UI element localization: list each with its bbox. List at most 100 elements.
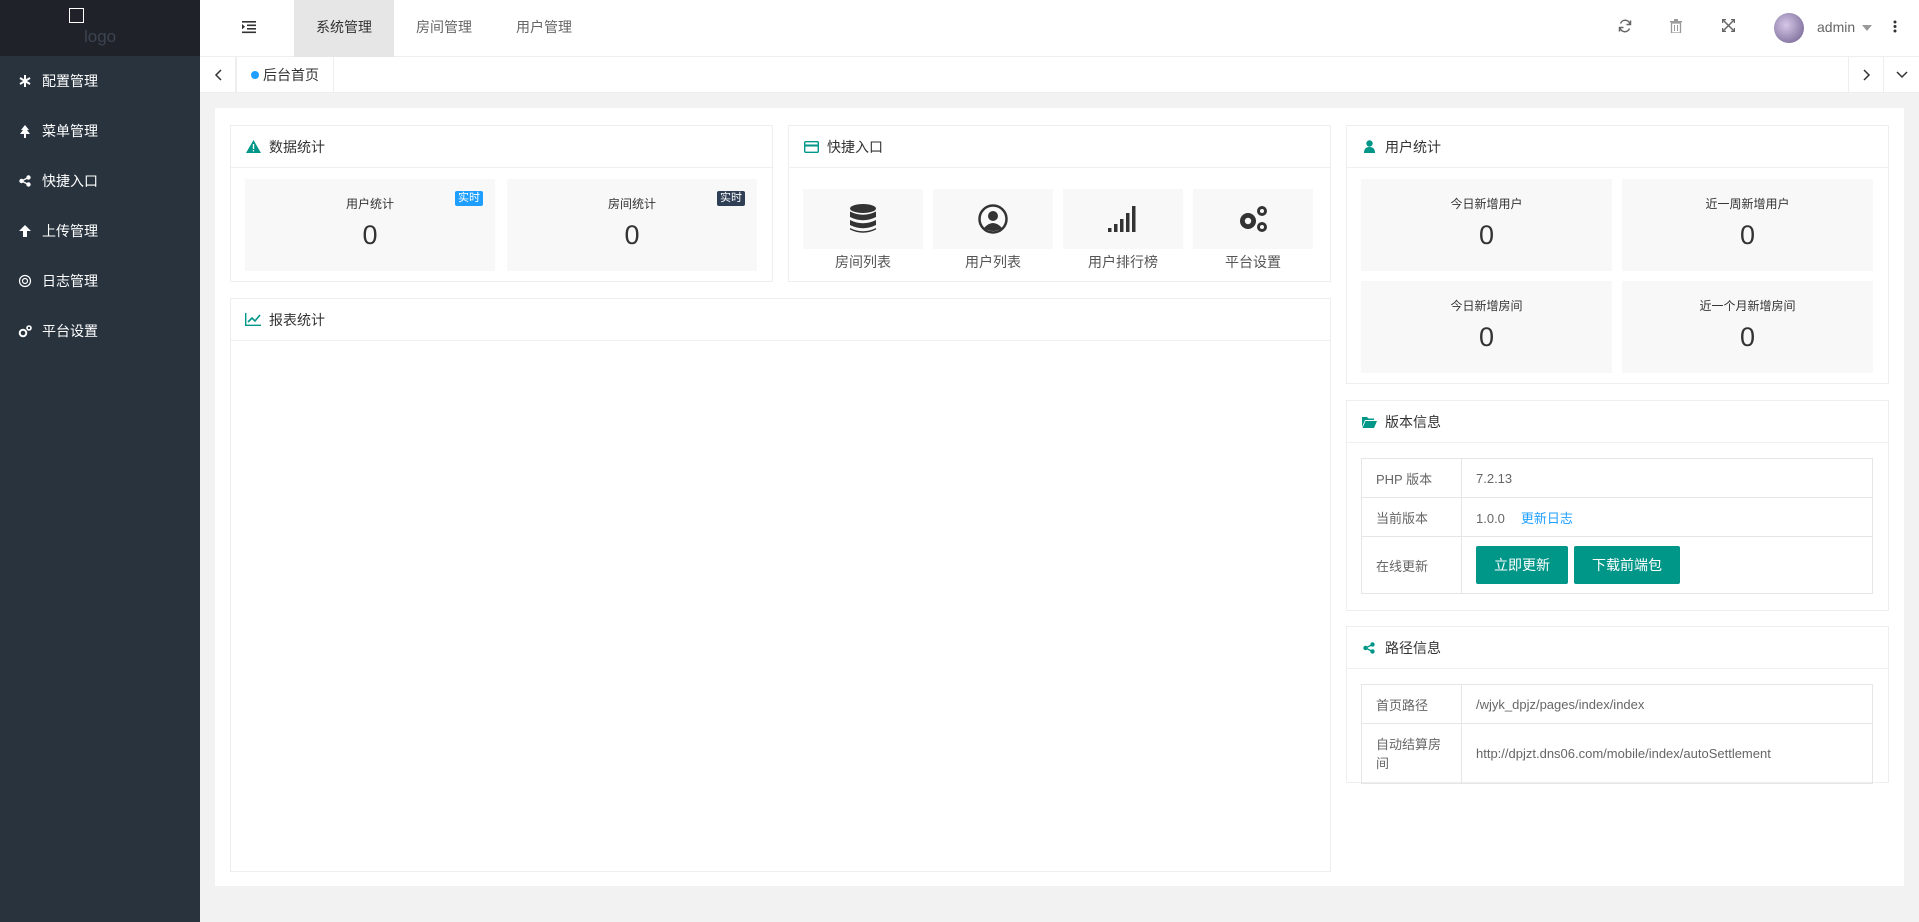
report-stats-card: 报表统计 — [230, 298, 1331, 872]
table-row: PHP 版本 7.2.13 — [1361, 458, 1873, 498]
trash-icon[interactable] — [1670, 19, 1686, 35]
tab-system-management[interactable]: 系统管理 — [294, 0, 394, 57]
logo[interactable]: logo — [0, 0, 200, 56]
sidebar-item-shortcuts[interactable]: 快捷入口 — [0, 156, 200, 206]
current-version-label: 当前版本 — [1361, 497, 1462, 537]
sidebar: logo 配置管理 菜单管理 快捷入口 上传管理 日志管理 平台设置 — [0, 0, 200, 922]
sidebar-item-upload[interactable]: 上传管理 — [0, 206, 200, 256]
online-update-label: 在线更新 — [1361, 536, 1462, 594]
stat-today-new-users: 今日新增用户 0 — [1361, 179, 1612, 271]
path-table: 首页路径 /wjyk_dpjz/pages/index/index 自动结算房间… — [1361, 684, 1873, 784]
active-dot — [251, 71, 259, 79]
sidebar-item-label: 平台设置 — [42, 323, 98, 339]
gears-icon — [1240, 206, 1267, 232]
stat-value: 0 — [362, 220, 378, 250]
changelog-link[interactable]: 更新日志 — [1521, 511, 1573, 526]
stat-label: 今日新增房间 — [1450, 299, 1523, 313]
stat-label: 近一周新增用户 — [1705, 197, 1790, 211]
home-path-label: 首页路径 — [1361, 684, 1462, 724]
auto-settlement-value: http://dpjzt.dns06.com/mobile/index/auto… — [1461, 723, 1873, 784]
tabs-scroll-right-icon[interactable] — [1848, 57, 1884, 93]
stat-user-count: 用户统计 0 实时 — [245, 179, 495, 271]
table-row: 在线更新 立即更新 下载前端包 — [1361, 536, 1873, 594]
stat-room-count: 房间统计 0 实时 — [507, 179, 757, 271]
share-icon — [1361, 640, 1377, 656]
stat-value: 0 — [1478, 220, 1495, 250]
quick-label[interactable]: 用户排行榜 — [1063, 252, 1183, 272]
home-path-value: /wjyk_dpjz/pages/index/index — [1461, 684, 1873, 724]
upload-arrow-icon — [18, 224, 32, 238]
warning-icon — [245, 139, 261, 155]
more-vertical-icon[interactable] — [1893, 19, 1899, 35]
quick-platform-settings-button[interactable] — [1193, 189, 1313, 249]
sidebar-item-label: 菜单管理 — [42, 123, 98, 139]
table-row: 首页路径 /wjyk_dpjz/pages/index/index — [1361, 684, 1873, 724]
quick-label[interactable]: 平台设置 — [1193, 252, 1313, 272]
sidebar-item-logs[interactable]: 日志管理 — [0, 256, 200, 306]
auto-settlement-label: 自动结算房间 — [1361, 723, 1462, 784]
stat-value: 0 — [624, 220, 640, 250]
avatar[interactable] — [1774, 13, 1804, 43]
card-header: 用户统计 — [1347, 126, 1888, 168]
gears-icon — [18, 324, 32, 338]
tabs-dropdown-icon[interactable] — [1883, 57, 1919, 93]
tab-user-management[interactable]: 用户管理 — [494, 0, 594, 57]
signal-bars-icon — [1108, 206, 1136, 232]
user-circle-icon — [978, 204, 1008, 234]
card-header: 路径信息 — [1347, 627, 1888, 669]
quick-user-ranking-button[interactable] — [1063, 189, 1183, 249]
logo-image-placeholder — [69, 8, 84, 23]
quick-label[interactable]: 房间列表 — [803, 252, 923, 272]
php-version-value: 7.2.13 — [1461, 458, 1873, 498]
database-icon — [850, 204, 876, 233]
stat-value: 0 — [1478, 322, 1495, 352]
log-icon — [18, 274, 32, 288]
sidebar-toggle-icon[interactable] — [242, 20, 258, 34]
stat-value: 0 — [1739, 322, 1756, 352]
chevron-down-icon[interactable] — [1862, 25, 1872, 31]
asterisk-icon — [18, 74, 32, 88]
user-icon — [1361, 139, 1377, 155]
logo-text: logo — [84, 27, 117, 46]
credit-card-icon — [803, 139, 819, 155]
sidebar-item-label: 快捷入口 — [42, 173, 98, 189]
refresh-icon[interactable] — [1618, 19, 1634, 35]
stat-label: 近一个月新增房间 — [1699, 299, 1796, 313]
sidebar-item-config[interactable]: 配置管理 — [0, 56, 200, 106]
card-header: 快捷入口 — [789, 126, 1330, 168]
card-title: 报表统计 — [269, 311, 325, 328]
card-title: 快捷入口 — [827, 138, 883, 155]
quick-user-list-button[interactable] — [933, 189, 1053, 249]
tab-dashboard-home[interactable]: 后台首页 — [236, 57, 334, 93]
update-now-button[interactable]: 立即更新 — [1476, 546, 1568, 584]
stat-label: 今日新增用户 — [1450, 197, 1523, 211]
tab-label: 后台首页 — [263, 67, 319, 83]
tree-icon — [18, 124, 32, 138]
realtime-badge: 实时 — [717, 191, 745, 206]
data-stats-card: 数据统计 用户统计 0 实时 房间统计 0 实时 — [230, 125, 773, 282]
online-update-cell: 立即更新 下载前端包 — [1461, 536, 1873, 594]
quick-label[interactable]: 用户列表 — [933, 252, 1053, 272]
tabs-scroll-left-icon[interactable] — [200, 57, 236, 93]
card-title: 版本信息 — [1385, 413, 1441, 430]
current-version-value: 1.0.0 — [1476, 510, 1505, 526]
line-chart-icon — [245, 312, 261, 328]
card-title: 路径信息 — [1385, 639, 1441, 656]
stat-today-new-rooms: 今日新增房间 0 — [1361, 281, 1612, 373]
php-version-label: PHP 版本 — [1361, 458, 1462, 498]
download-frontend-button[interactable]: 下载前端包 — [1574, 546, 1680, 584]
user-stats-card: 用户统计 今日新增用户 0 近一周新增用户 0 今日新增房间 0 近一个月新增房… — [1346, 125, 1889, 384]
tab-room-management[interactable]: 房间管理 — [394, 0, 494, 57]
sidebar-item-label: 配置管理 — [42, 73, 98, 89]
fullscreen-icon[interactable] — [1721, 18, 1738, 35]
quick-entry-card: 快捷入口 房间列表 用户列表 用户排行榜 平台设置 — [788, 125, 1331, 282]
path-info-card: 路径信息 首页路径 /wjyk_dpjz/pages/index/index 自… — [1346, 626, 1889, 784]
sidebar-item-label: 日志管理 — [42, 273, 98, 289]
quick-room-list-button[interactable] — [803, 189, 923, 249]
sidebar-item-platform-settings[interactable]: 平台设置 — [0, 306, 200, 356]
sidebar-item-menu[interactable]: 菜单管理 — [0, 106, 200, 156]
user-name[interactable]: admin — [1817, 19, 1855, 35]
report-chart-area — [231, 342, 1330, 871]
version-table: PHP 版本 7.2.13 当前版本 1.0.0 更新日志 在线更新 立即更新 下载… — [1361, 458, 1873, 594]
share-icon — [18, 174, 32, 188]
